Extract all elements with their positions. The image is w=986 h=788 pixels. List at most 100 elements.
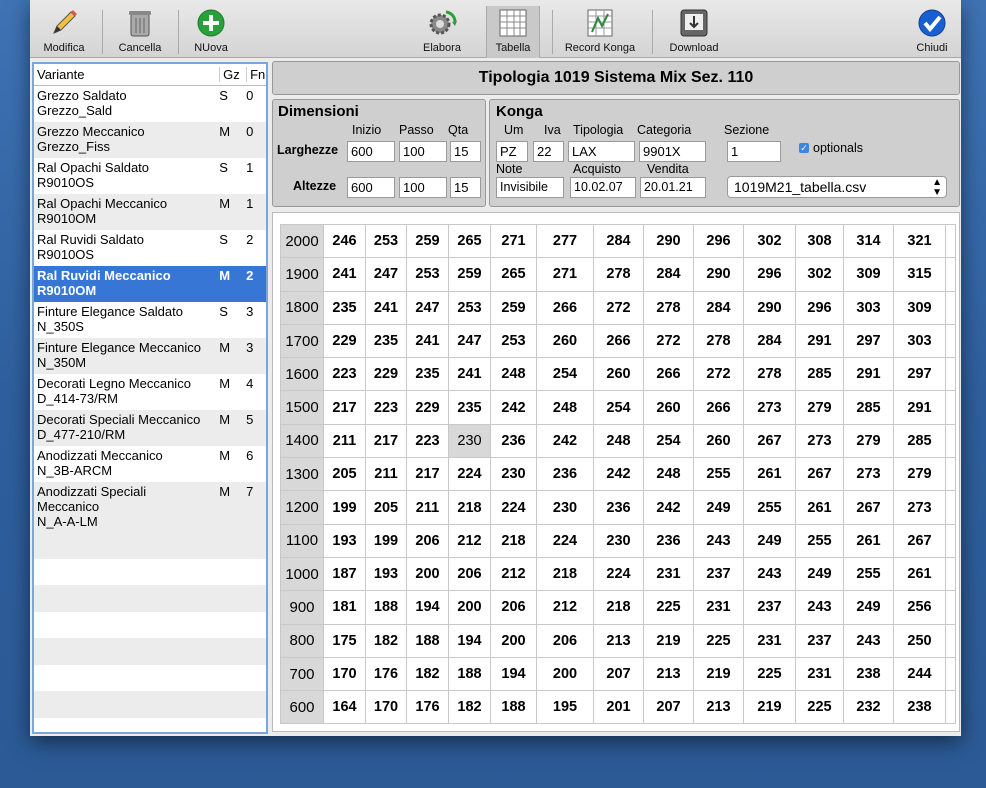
table-cell[interactable]: 255 bbox=[843, 556, 894, 592]
table-cell[interactable]: 213 bbox=[693, 690, 744, 725]
table-cell[interactable]: 267 bbox=[743, 423, 796, 459]
table-cell[interactable]: 278 bbox=[693, 323, 744, 359]
note-input[interactable]: Invisibile bbox=[496, 177, 564, 198]
table-cell[interactable]: 260 bbox=[643, 390, 694, 425]
table-cell[interactable]: 200 bbox=[448, 590, 491, 625]
table-cell[interactable]: 303 bbox=[893, 323, 946, 359]
table-cell[interactable]: 217 bbox=[323, 390, 366, 425]
table-cell[interactable]: 242 bbox=[536, 423, 594, 459]
list-item[interactable]: Anodizzati Meccanico N_3B-ARCM M 6 bbox=[34, 446, 266, 482]
table-cell[interactable]: 170 bbox=[323, 656, 366, 692]
table-cell[interactable]: 231 bbox=[643, 556, 694, 592]
table-cell[interactable]: 260 bbox=[593, 357, 644, 392]
table-cell[interactable]: 211 bbox=[323, 423, 366, 459]
table-cell[interactable]: 199 bbox=[323, 490, 366, 525]
table-cell[interactable]: 278 bbox=[643, 290, 694, 325]
table-cell[interactable]: 303 bbox=[843, 290, 894, 325]
table-cell[interactable]: 207 bbox=[593, 656, 644, 692]
table-cell[interactable]: 279 bbox=[795, 390, 844, 425]
table-cell[interactable]: 296 bbox=[743, 257, 796, 292]
table-cell[interactable]: 235 bbox=[406, 357, 449, 392]
altezze-qta-input[interactable]: 15 bbox=[450, 177, 481, 198]
table-cell[interactable]: 205 bbox=[323, 457, 366, 492]
table-cell[interactable]: 241 bbox=[365, 290, 407, 325]
table-cell[interactable]: 279 bbox=[843, 423, 894, 459]
table-cell[interactable]: 271 bbox=[536, 257, 594, 292]
table-cell[interactable]: 236 bbox=[536, 457, 594, 492]
table-cell[interactable]: 248 bbox=[643, 457, 694, 492]
table-cell[interactable]: 255 bbox=[743, 490, 796, 525]
table-cell[interactable]: 212 bbox=[536, 590, 594, 625]
tipologia-input[interactable]: LAX bbox=[568, 141, 635, 162]
table-cell[interactable]: 237 bbox=[795, 623, 844, 658]
table-cell[interactable]: 224 bbox=[536, 523, 594, 558]
table-cell[interactable]: 218 bbox=[448, 490, 491, 525]
table-cell[interactable]: 267 bbox=[893, 523, 946, 558]
table-cell[interactable]: 206 bbox=[490, 590, 537, 625]
table-cell[interactable]: 247 bbox=[365, 257, 407, 292]
table-cell[interactable]: 285 bbox=[795, 357, 844, 392]
table-cell[interactable]: 243 bbox=[795, 590, 844, 625]
table-cell[interactable]: 255 bbox=[795, 523, 844, 558]
table-cell[interactable]: 291 bbox=[795, 323, 844, 359]
table-cell[interactable]: 218 bbox=[536, 556, 594, 592]
table-cell[interactable]: 225 bbox=[693, 623, 744, 658]
table-cell[interactable]: 266 bbox=[693, 390, 744, 425]
cancella-button[interactable]: Cancella bbox=[114, 8, 166, 58]
table-cell[interactable]: 212 bbox=[490, 556, 537, 592]
table-cell[interactable]: 266 bbox=[536, 290, 594, 325]
table-cell[interactable]: 321 bbox=[893, 223, 946, 259]
table-cell[interactable]: 230 bbox=[490, 457, 537, 492]
record-konga-button[interactable]: Record Konga bbox=[560, 8, 640, 58]
table-cell[interactable]: 249 bbox=[843, 590, 894, 625]
table-cell[interactable]: 247 bbox=[406, 290, 449, 325]
table-cell[interactable]: 255 bbox=[693, 457, 744, 492]
table-cell[interactable]: 241 bbox=[406, 323, 449, 359]
table-cell[interactable]: 248 bbox=[536, 390, 594, 425]
table-cell[interactable]: 253 bbox=[406, 257, 449, 292]
table-cell[interactable]: 261 bbox=[795, 490, 844, 525]
table-cell[interactable]: 188 bbox=[490, 690, 537, 725]
table-cell[interactable]: 217 bbox=[365, 423, 407, 459]
table-cell[interactable]: 261 bbox=[743, 457, 796, 492]
header-fn[interactable]: Fn bbox=[246, 67, 266, 82]
table-cell[interactable]: 297 bbox=[893, 357, 946, 392]
table-cell[interactable]: 267 bbox=[843, 490, 894, 525]
list-item[interactable]: Decorati Legno Meccanico D_414-73/RM M 4 bbox=[34, 374, 266, 410]
table-cell[interactable]: 241 bbox=[323, 257, 366, 292]
list-item[interactable]: Ral Ruvidi Saldato R9010OS S 2 bbox=[34, 230, 266, 266]
table-cell[interactable]: 200 bbox=[406, 556, 449, 592]
table-cell[interactable]: 259 bbox=[406, 223, 449, 259]
table-cell[interactable]: 231 bbox=[743, 623, 796, 658]
table-cell[interactable]: 266 bbox=[593, 323, 644, 359]
table-cell[interactable]: 249 bbox=[795, 556, 844, 592]
larghezze-inizio-input[interactable]: 600 bbox=[347, 141, 395, 162]
table-cell[interactable]: 236 bbox=[593, 490, 644, 525]
table-cell[interactable]: 219 bbox=[643, 623, 694, 658]
table-cell[interactable]: 232 bbox=[843, 690, 894, 725]
larghezze-qta-input[interactable]: 15 bbox=[450, 141, 481, 162]
table-cell[interactable]: 176 bbox=[365, 656, 407, 692]
modifica-button[interactable]: Modifica bbox=[38, 8, 90, 58]
table-cell[interactable]: 273 bbox=[743, 390, 796, 425]
table-cell[interactable]: 254 bbox=[536, 357, 594, 392]
download-button[interactable]: Download bbox=[666, 8, 722, 58]
table-cell[interactable]: 272 bbox=[593, 290, 644, 325]
table-cell[interactable]: 230 bbox=[593, 523, 644, 558]
table-cell[interactable]: 260 bbox=[536, 323, 594, 359]
header-variante[interactable]: Variante bbox=[34, 67, 219, 82]
table-cell[interactable]: 194 bbox=[490, 656, 537, 692]
um-input[interactable]: PZ bbox=[496, 141, 528, 162]
list-item[interactable]: Ral Opachi Meccanico R9010OM M 1 bbox=[34, 194, 266, 230]
table-cell[interactable]: 284 bbox=[693, 290, 744, 325]
table-cell[interactable]: 225 bbox=[643, 590, 694, 625]
acquisto-input[interactable]: 10.02.07 bbox=[570, 177, 636, 198]
table-cell[interactable]: 278 bbox=[593, 257, 644, 292]
table-cell[interactable]: 235 bbox=[365, 323, 407, 359]
table-cell[interactable]: 229 bbox=[323, 323, 366, 359]
table-cell[interactable]: 259 bbox=[448, 257, 491, 292]
table-cell[interactable]: 218 bbox=[593, 590, 644, 625]
table-cell[interactable]: 265 bbox=[448, 223, 491, 259]
table-cell[interactable]: 231 bbox=[693, 590, 744, 625]
table-cell[interactable]: 211 bbox=[406, 490, 449, 525]
